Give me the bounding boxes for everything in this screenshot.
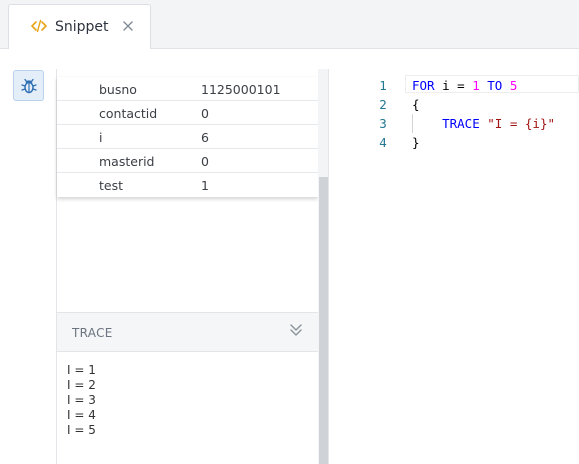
debug-panel: busno 1125000101 contactid 0 i 6 masteri… [56,69,329,464]
trace-line: I = 2 [67,378,96,392]
variable-value: 0 [201,154,209,169]
variable-name: busno [99,82,137,97]
trace-header[interactable]: TRACE [57,312,318,352]
bug-icon [21,78,37,94]
trace-output: I = 1 I = 2 I = 3 I = 4 I = 5 [67,363,96,438]
keyword-to: TO [479,78,510,93]
variable-value: 0 [201,106,209,121]
code-editor[interactable]: 1 FOR i = 1 TO 5 2 { 3 TRACE "I = {i}" 4… [329,69,579,464]
line-number: 1 [379,78,387,93]
tab-bar: Snippet [0,0,579,49]
variable-name: contactid [99,106,158,121]
close-icon[interactable] [122,20,134,32]
table-row[interactable]: test 1 [57,173,318,197]
line-number: 2 [379,97,387,112]
keyword-for: FOR [412,78,435,93]
code-line[interactable]: 4 } [329,133,579,152]
loop-variable: i = [434,78,473,93]
tab-snippet[interactable]: Snippet [8,4,151,49]
variables-table: busno 1125000101 contactid 0 i 6 masteri… [57,77,318,197]
code-line[interactable]: 1 FOR i = 1 TO 5 [329,76,579,95]
table-row[interactable]: busno 1125000101 [57,77,318,101]
code-text: } [412,135,420,150]
code-line[interactable]: 2 { [329,95,579,114]
line-number: 3 [379,116,387,131]
variable-name: i [99,130,103,145]
variable-value: 1 [201,178,209,193]
number-literal: 1 [472,78,480,93]
variable-value: 6 [201,130,209,145]
code-text: TRACE "I = {i}" [412,116,555,131]
variable-value: 1125000101 [201,82,281,97]
keyword-trace: TRACE [442,116,480,131]
scrollbar-thumb[interactable] [319,177,328,464]
table-row[interactable]: i 6 [57,125,318,149]
string-literal: "I = {i}" [487,116,556,131]
trace-title: TRACE [72,326,113,340]
code-text: { [412,97,420,112]
code-text: FOR i = 1 TO 5 [412,78,517,93]
trace-line: I = 4 [67,408,96,422]
table-row[interactable]: masterid 0 [57,149,318,173]
chevron-double-down-icon[interactable] [289,323,303,337]
debug-button[interactable] [13,70,44,101]
code-line[interactable]: 3 TRACE "I = {i}" [329,114,579,133]
code-icon [31,19,47,33]
line-number: 4 [379,135,387,150]
variable-name: masterid [99,154,155,169]
variable-name: test [99,178,124,193]
trace-line: I = 3 [67,393,96,407]
trace-line: I = 1 [67,363,96,377]
tab-label: Snippet [55,19,109,35]
number-literal: 5 [509,78,518,93]
table-row[interactable]: contactid 0 [57,101,318,125]
trace-line: I = 5 [67,423,96,437]
